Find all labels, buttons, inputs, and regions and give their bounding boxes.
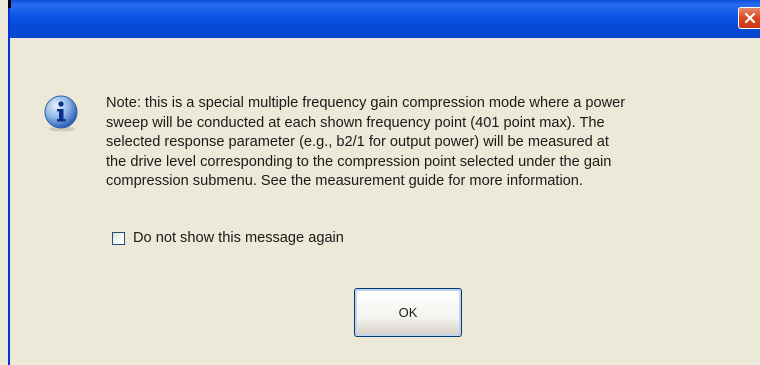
dont-show-again-label[interactable]: Do not show this message again: [133, 230, 344, 246]
dont-show-again-row[interactable]: Do not show this message again: [112, 229, 344, 247]
title-bar[interactable]: [8, 0, 760, 38]
info-icon: [42, 94, 80, 132]
title-bar-edge: [8, 0, 11, 8]
ok-button[interactable]: OK: [354, 288, 462, 337]
dont-show-again-checkbox[interactable]: [112, 231, 125, 245]
close-icon: [744, 12, 756, 24]
message-text: Note: this is a special multiple frequen…: [106, 95, 626, 190]
dialog-window: Note: this is a special multiple frequen…: [8, 0, 760, 365]
close-button[interactable]: [738, 7, 760, 29]
